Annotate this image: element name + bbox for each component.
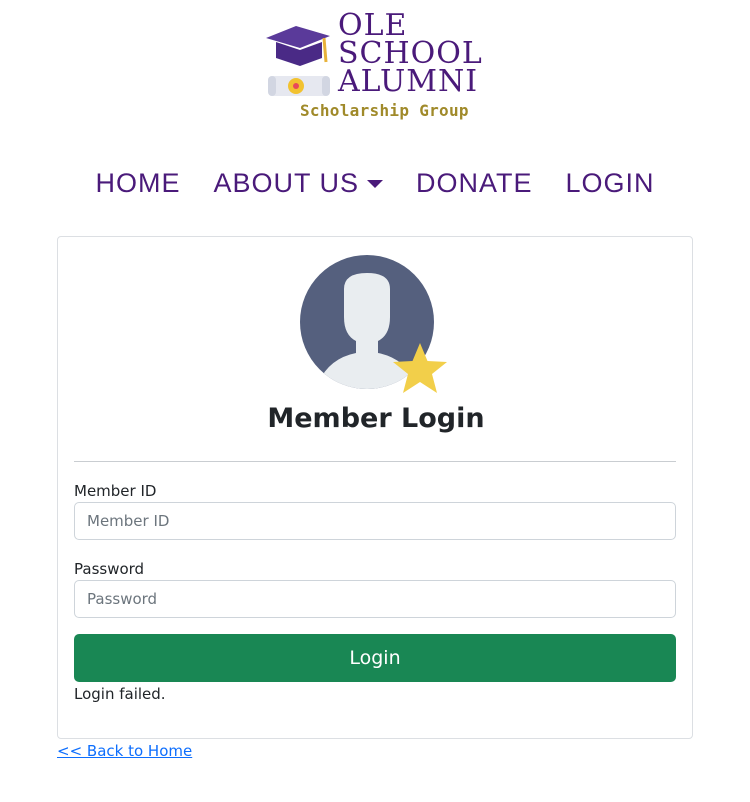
login-card: Member Login Member ID Password Login Lo… [57,236,693,739]
page-title: Member Login [267,403,485,434]
back-to-home-link[interactable]: << Back to Home [57,742,192,760]
login-status-message: Login failed. [74,685,166,703]
member-id-label: Member ID [74,482,157,500]
divider [74,461,676,462]
password-label: Password [74,560,145,578]
nav-home[interactable]: HOME [95,168,180,199]
password-input[interactable] [74,580,676,618]
member-id-input[interactable] [74,502,676,540]
nav-about-us[interactable]: ABOUT US [213,168,383,199]
logo-line-3: ALUMNI [338,64,479,99]
logo-brand-text: OLE SCHOOL ALUMNI [338,11,483,99]
login-button[interactable]: Login [74,634,676,682]
nav-donate[interactable]: DONATE [416,168,533,199]
nav-login[interactable]: LOGIN [566,168,655,199]
user-avatar-icon [300,255,447,393]
caret-down-icon [366,179,383,188]
logo-tagline: Scholarship Group [300,101,469,120]
main-nav: HOME ABOUT US DONATE LOGIN [0,168,750,199]
site-logo[interactable]: OLE SCHOOL ALUMNI Scholarship Group [264,10,494,125]
nav-about-us-label: ABOUT US [213,168,359,198]
graduation-cap-icon [266,26,330,96]
